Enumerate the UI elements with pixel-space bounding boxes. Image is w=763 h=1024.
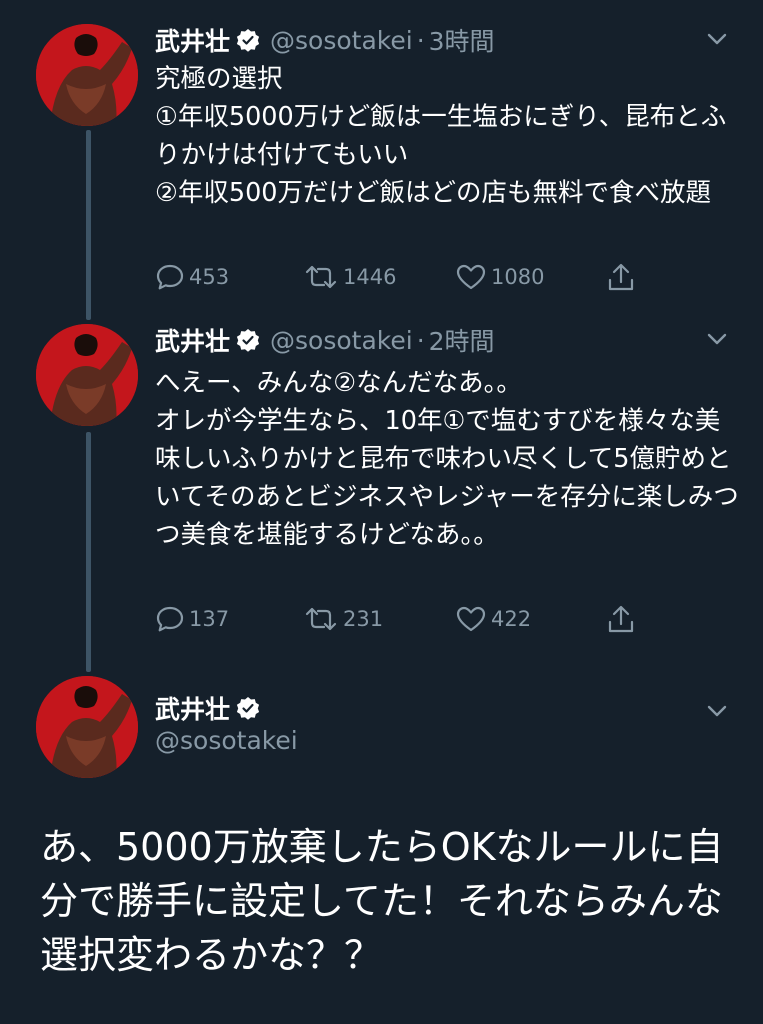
retweet-button[interactable]: 1446: [303, 262, 396, 292]
like-count: 422: [491, 607, 532, 631]
like-icon: [456, 606, 486, 632]
reply-count: 137: [189, 607, 230, 631]
share-icon: [608, 605, 634, 633]
user-handle[interactable]: @sosotakei: [270, 326, 413, 355]
tweet-header: 武井壮: [155, 688, 270, 728]
reply-button[interactable]: 137: [155, 604, 229, 634]
user-handle[interactable]: @sosotakei: [270, 26, 413, 55]
tweet-2[interactable]: 武井壮 @sosotakei · 2時間 へえー、みんな②なんだなあ。。 オレが…: [0, 320, 763, 670]
tweet-header: 武井壮 @sosotakei · 3時間: [155, 20, 495, 60]
avatar-image: [36, 676, 138, 778]
retweet-icon: [305, 265, 337, 289]
share-icon: [608, 263, 634, 291]
chevron-down-icon[interactable]: [700, 22, 734, 56]
verified-badge-icon: [236, 697, 260, 720]
display-name[interactable]: 武井壮: [155, 22, 230, 58]
focused-tweet-text: あ、5000万放棄したらOKなルールに自分で勝手に設定してた！それならみんな選択…: [40, 825, 724, 977]
reply-count: 453: [189, 265, 230, 289]
verified-badge-icon: [236, 29, 260, 52]
avatar-image: [36, 24, 138, 126]
avatar[interactable]: [36, 676, 138, 778]
tweet-text: へえー、みんな②なんだなあ。。 オレが今学生なら、10年①で塩むすびを様々な美味…: [155, 368, 739, 550]
like-button[interactable]: 1080: [455, 262, 544, 292]
like-count: 1080: [491, 265, 545, 289]
chevron-down-icon[interactable]: [700, 322, 734, 356]
avatar[interactable]: [36, 324, 138, 426]
display-name[interactable]: 武井壮: [155, 322, 230, 358]
verified-badge-icon: [236, 329, 260, 352]
user-handle[interactable]: @sosotakei: [155, 726, 298, 755]
reply-icon: [156, 606, 184, 632]
reply-icon: [156, 264, 184, 290]
timestamp[interactable]: 2時間: [429, 322, 495, 358]
tweet-text: 究極の選択 ①年収5000万けど飯は一生塩おにぎり、昆布とふりかけは付けてもいい…: [155, 64, 727, 208]
tweet-actions: 137 231 422: [155, 604, 655, 640]
share-button[interactable]: [605, 604, 641, 636]
retweet-icon: [305, 607, 337, 631]
chevron-down-icon[interactable]: [700, 694, 734, 728]
tweet-header: 武井壮 @sosotakei · 2時間: [155, 320, 495, 360]
retweet-button[interactable]: 231: [303, 604, 383, 634]
tweet-1[interactable]: 武井壮 @sosotakei · 3時間 究極の選択 ①年収5000万けど飯は一…: [0, 20, 763, 320]
reply-button[interactable]: 453: [155, 262, 229, 292]
separator-dot: ·: [416, 25, 425, 55]
avatar-image: [36, 324, 138, 426]
separator-dot: ·: [416, 325, 425, 355]
like-icon: [456, 264, 486, 290]
retweet-count: 1446: [343, 265, 397, 289]
tweet-actions: 453 1446 1080: [155, 262, 655, 298]
timestamp[interactable]: 3時間: [429, 22, 495, 58]
like-button[interactable]: 422: [455, 604, 531, 634]
retweet-count: 231: [343, 607, 384, 631]
avatar[interactable]: [36, 24, 138, 126]
display-name[interactable]: 武井壮: [155, 690, 230, 726]
share-button[interactable]: [605, 262, 641, 294]
